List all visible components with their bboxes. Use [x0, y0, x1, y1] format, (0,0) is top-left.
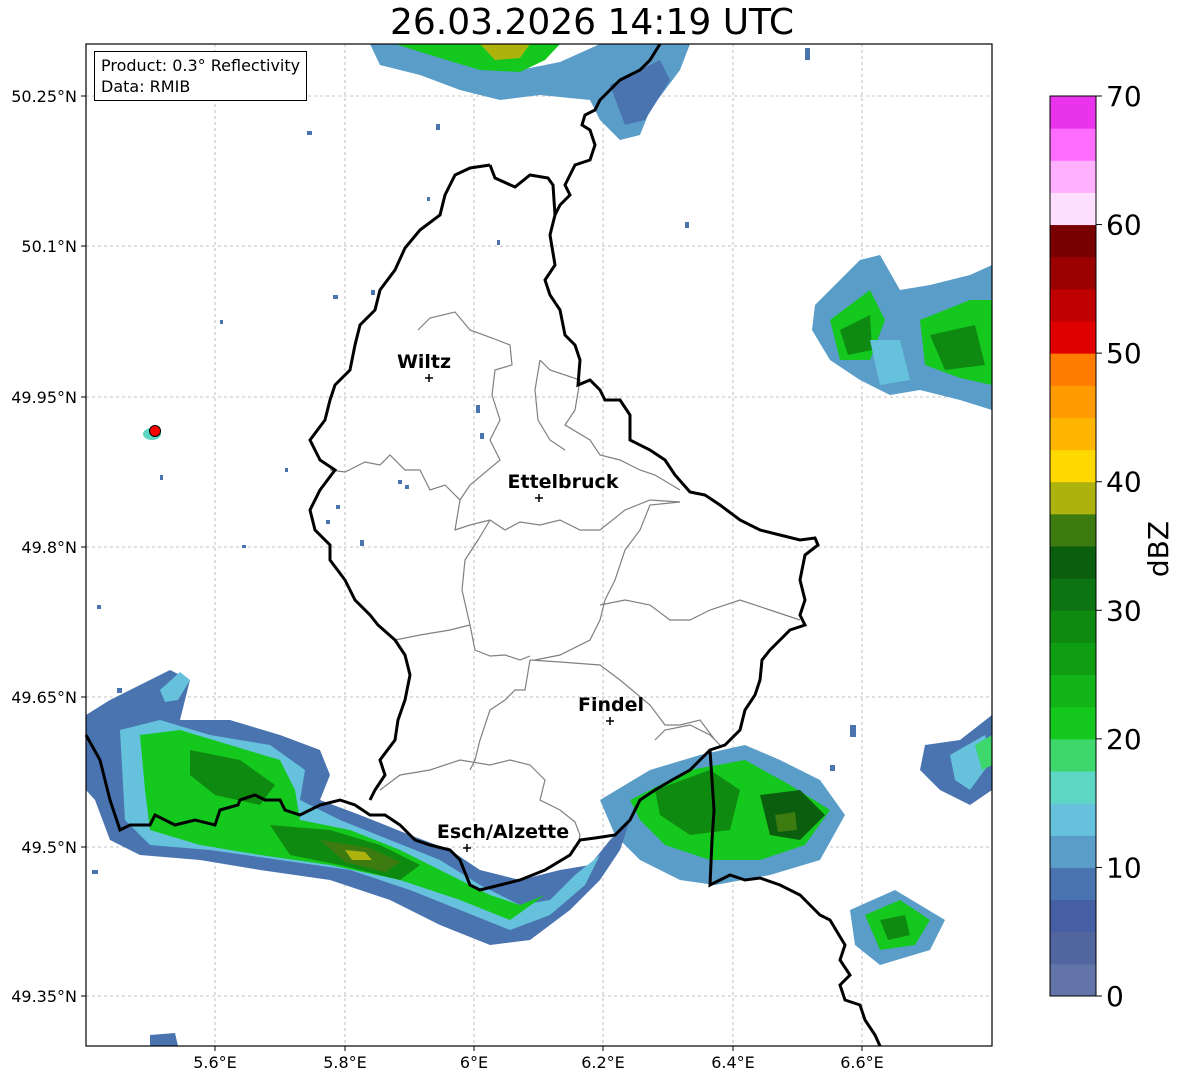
- colorbar-segment: [1050, 738, 1096, 772]
- colorbar-segment: [1050, 706, 1096, 740]
- colorbar-segment: [1050, 449, 1096, 483]
- y-tick-label: 49.95°N: [11, 388, 77, 407]
- x-tick-marks: [214, 1046, 863, 1051]
- colorbar-segment: [1050, 578, 1096, 611]
- colorbar: [1050, 96, 1096, 997]
- product-label: Product: 0.3° Reflectivity: [101, 56, 301, 75]
- colorbar-segment: [1050, 899, 1096, 933]
- colorbar-segment: [1050, 642, 1096, 676]
- colorbar-segment: [1050, 513, 1096, 547]
- map-figure: 5.6°E 5.8°E 6°E 6.2°E 6.4°E 6.6°E 50.25°…: [11, 43, 1175, 1072]
- colorbar-segment: [1050, 867, 1096, 901]
- y-tick-label: 50.25°N: [11, 87, 77, 106]
- colorbar-segment: [1050, 385, 1096, 418]
- colorbar-segment: [1050, 96, 1096, 129]
- colorbar-tick-label: 40: [1106, 466, 1142, 499]
- city-label: Ettelbruck: [508, 471, 619, 493]
- colorbar-segment: [1050, 321, 1096, 354]
- colorbar-segment: [1050, 160, 1096, 193]
- x-tick-label: 6.6°E: [840, 1053, 884, 1072]
- y-tick-labels: 50.25°N 50.1°N 49.95°N 49.8°N 49.65°N 49…: [11, 87, 77, 1006]
- y-tick-label: 49.8°N: [21, 538, 77, 557]
- colorbar-tick-label: 50: [1106, 337, 1142, 370]
- y-tick-label: 50.1°N: [21, 237, 77, 256]
- x-tick-label: 6.4°E: [711, 1053, 755, 1072]
- colorbar-segment: [1050, 128, 1096, 161]
- x-tick-label: 6.2°E: [581, 1053, 625, 1072]
- colorbar-ticks: 0 10 20 30 40 50 60 70: [1096, 80, 1142, 1013]
- y-tick-label: 49.35°N: [11, 987, 77, 1006]
- colorbar-segment: [1050, 256, 1096, 290]
- colorbar-tick-label: 20: [1106, 723, 1142, 756]
- colorbar-segment: [1050, 224, 1096, 258]
- x-tick-labels: 5.6°E 5.8°E 6°E 6.2°E 6.4°E 6.6°E: [193, 1053, 884, 1072]
- colorbar-tick-label: 0: [1106, 980, 1124, 1013]
- y-tick-marks: [81, 95, 86, 997]
- y-tick-label: 49.5°N: [21, 838, 77, 857]
- city-label: Wiltz: [397, 351, 451, 373]
- colorbar-tick-label: 10: [1106, 851, 1142, 884]
- colorbar-label: dBZ: [1142, 521, 1175, 577]
- colorbar-segment: [1050, 931, 1096, 965]
- colorbar-segment: [1050, 417, 1096, 451]
- colorbar-tick-label: 30: [1106, 594, 1142, 627]
- colorbar-segment: [1050, 835, 1096, 868]
- colorbar-segment: [1050, 803, 1096, 836]
- colorbar-segment: [1050, 610, 1096, 643]
- x-tick-label: 5.8°E: [323, 1053, 367, 1072]
- colorbar-segment: [1050, 771, 1096, 804]
- colorbar-segment: [1050, 674, 1096, 708]
- data-source-label: Data: RMIB: [101, 77, 191, 96]
- colorbar-tick-label: 70: [1106, 80, 1142, 113]
- colorbar-segment: [1050, 353, 1096, 386]
- x-tick-label: 6°E: [460, 1053, 488, 1072]
- colorbar-segment: [1050, 481, 1096, 515]
- colorbar-segment: [1050, 288, 1096, 322]
- x-tick-label: 5.6°E: [193, 1053, 237, 1072]
- city-label: Findel: [578, 694, 644, 716]
- city-label: Esch/Alzette: [437, 821, 569, 843]
- colorbar-tick-label: 60: [1106, 209, 1142, 242]
- colorbar-segment: [1050, 192, 1096, 226]
- radar-site-marker: [149, 425, 161, 437]
- colorbar-segment: [1050, 546, 1096, 579]
- y-tick-label: 49.65°N: [11, 688, 77, 707]
- product-info-box: Product: 0.3° Reflectivity Data: RMIB: [94, 51, 308, 101]
- colorbar-segment: [1050, 963, 1096, 997]
